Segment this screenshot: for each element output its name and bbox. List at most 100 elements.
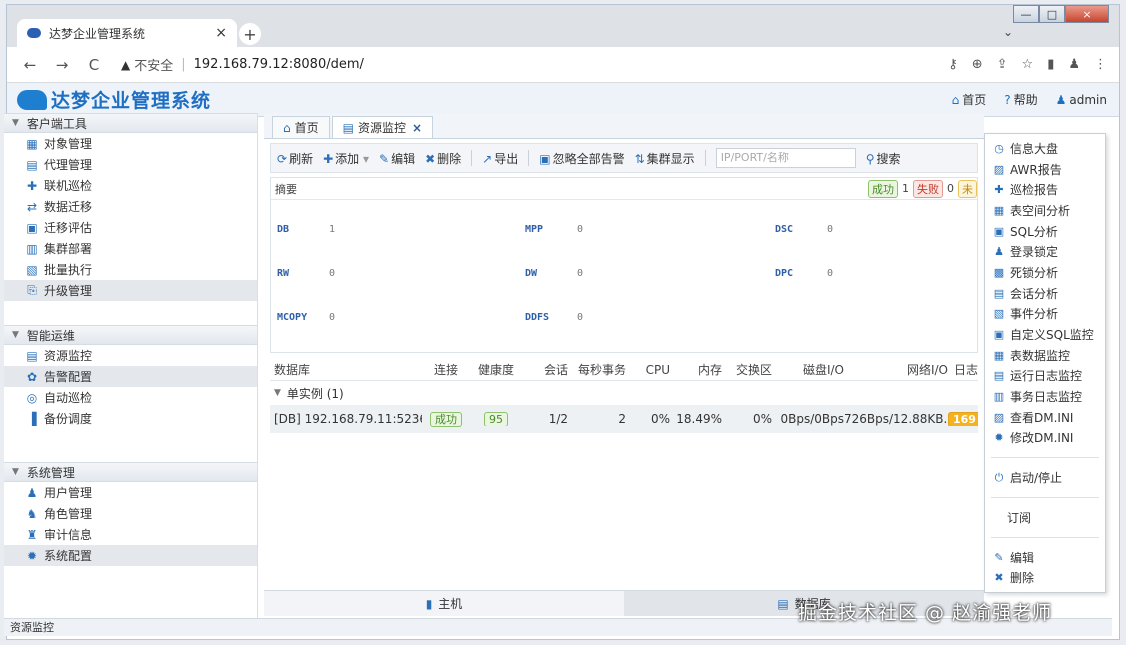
sidebar-item[interactable]: ✚ 联机巡检 <box>4 175 257 196</box>
delete-icon: ✖ <box>994 571 1004 585</box>
sidebar-item[interactable]: ♜ 审计信息 <box>4 524 257 545</box>
table-group-row[interactable]: ▼ 单实例 (1) <box>270 381 978 405</box>
sidebar-group-smart-ops[interactable]: ▼ 智能运维 <box>4 325 257 345</box>
menu-item[interactable]: ▧ 事件分析 <box>985 304 1105 325</box>
search-button[interactable]: ⚲ 搜索 <box>866 150 901 167</box>
column-header[interactable]: 每秒事务 <box>568 361 626 378</box>
sidebar-item[interactable]: ⎘ 升级管理 <box>4 280 257 301</box>
minimize-button[interactable]: — <box>1013 5 1039 23</box>
column-header[interactable]: 磁盘I/O <box>772 361 844 378</box>
menu-item[interactable]: ▦ 表空间分析 <box>985 200 1105 221</box>
sidebar-item[interactable]: ▤ 资源监控 <box>4 345 257 366</box>
sidebar-group-client-tools[interactable]: ▼ 客户端工具 <box>4 113 257 133</box>
tab-host[interactable]: ▮ 主机 <box>264 591 624 616</box>
sidebar-item[interactable]: ♟ 用户管理 <box>4 482 257 503</box>
menu-item[interactable]: ▨ 查看DM.INI <box>985 407 1105 428</box>
zoom-icon[interactable]: ⊕ <box>972 57 983 72</box>
ignore-alerts-button[interactable]: ▣ 忽略全部告警 <box>539 150 624 167</box>
sidebar-item[interactable]: ♞ 角色管理 <box>4 503 257 524</box>
tab-resource-monitor[interactable]: ▤ 资源监控 × <box>331 116 434 138</box>
sidebar-item-label: 联机巡检 <box>44 179 93 193</box>
menu-item[interactable]: ♟ 登录锁定 <box>985 241 1105 262</box>
header-link-home[interactable]: ⌂ 首页 <box>952 91 987 108</box>
menu-item[interactable]: ▥ 事务日志监控 <box>985 386 1105 407</box>
cluster-view-button[interactable]: ⇅ 集群显示 <box>635 150 695 167</box>
header-link-help[interactable]: ? 帮助 <box>1004 91 1037 108</box>
tab-search-icon[interactable]: ⌄ <box>1003 25 1013 39</box>
sidebar-item[interactable]: ✹ 系统配置 <box>4 545 257 566</box>
export-button[interactable]: ↗ 导出 <box>482 150 518 167</box>
menu-item-subscribe[interactable]: 订阅 <box>985 507 1105 528</box>
delete-label: 删除 <box>437 151 462 166</box>
edit-button[interactable]: ✎ 编辑 <box>379 150 415 167</box>
table-row[interactable]: [DB] 192.168.79.11:5236 成功 95 1/2 2 0% 1… <box>270 405 978 433</box>
group-title: 系统管理 <box>26 465 75 480</box>
column-header[interactable]: 交换区 <box>722 361 772 378</box>
add-button[interactable]: ✚ 添加 ▾ <box>323 150 369 167</box>
menu-item-edit[interactable]: ✎ 编辑 <box>985 547 1105 568</box>
menu-item[interactable]: ▨ AWR报告 <box>985 159 1105 180</box>
side-panel-icon[interactable]: ▮ <box>1047 57 1054 72</box>
header-link-user[interactable]: ♟ admin <box>1056 93 1107 107</box>
column-header[interactable]: 日志 <box>948 361 978 378</box>
column-header[interactable]: CPU <box>626 363 670 377</box>
sidebar-item[interactable]: ⇄ 数据迁移 <box>4 196 257 217</box>
share-icon[interactable]: ⇪ <box>997 57 1008 72</box>
menu-item[interactable]: ▣ 自定义SQL监控 <box>985 324 1105 345</box>
browser-tab[interactable]: 达梦企业管理系统 × <box>17 19 237 47</box>
upgrade-icon: ⎘ <box>27 283 37 297</box>
sidebar-item[interactable]: ✿ 告警配置 <box>4 366 257 387</box>
sidebar-item[interactable]: ▧ 批量执行 <box>4 259 257 280</box>
search-input[interactable]: IP/PORT/名称 <box>715 148 856 168</box>
maximize-button[interactable]: □ <box>1039 5 1065 23</box>
menu-item[interactable]: ◷ 信息大盘 <box>985 138 1105 159</box>
fail-badge[interactable]: 失败 <box>913 179 943 198</box>
reload-icon[interactable]: C <box>83 56 105 74</box>
back-icon[interactable]: ← <box>19 56 41 74</box>
sidebar-item[interactable]: ▣ 迁移评估 <box>4 217 257 238</box>
sidebar-item[interactable]: ▐ 备份调度 <box>4 408 257 429</box>
url-field[interactable]: ▲ 不安全 | 192.168.79.12:8080/dem/ <box>121 55 364 74</box>
success-badge[interactable]: 成功 <box>868 179 898 198</box>
column-header[interactable]: 会话 <box>522 361 568 378</box>
menu-item[interactable]: ▩ 死锁分析 <box>985 262 1105 283</box>
menu-item[interactable]: ✹ 修改DM.INI <box>985 428 1105 449</box>
close-tab-icon[interactable]: × <box>412 121 422 135</box>
column-header[interactable]: 连接 <box>422 361 470 378</box>
warn-badge[interactable]: 未 <box>958 179 977 198</box>
menu-item[interactable]: ▦ 表数据监控 <box>985 345 1105 366</box>
menu-item-delete[interactable]: ✖ 删除 <box>985 567 1105 588</box>
key-icon[interactable]: ⚷ <box>948 57 958 72</box>
delete-button[interactable]: ✖ 删除 <box>425 150 461 167</box>
stat-value: 0 <box>577 312 584 323</box>
column-header[interactable]: 网络I/O <box>844 361 948 378</box>
menu-item-label: 事件分析 <box>1010 307 1059 322</box>
summary-panel: 摘要 成功 1 失败 0 未 DB 1 MPP 0 DSC 0 RW 0 DW 0 DPC 0 MCOP… <box>270 177 978 353</box>
summary-stats: DB 1 MPP 0 DSC 0 RW 0 DW 0 DPC 0 MCOPY 0 DDFS 0 <box>271 200 977 350</box>
column-header[interactable]: 健康度 <box>470 361 522 378</box>
close-tab-icon[interactable]: × <box>215 25 227 41</box>
menu-item[interactable]: ✚ 巡检报告 <box>985 179 1105 200</box>
tab-home[interactable]: ⌂ 首页 <box>272 116 330 138</box>
bookmark-star-icon[interactable]: ☆ <box>1022 57 1034 72</box>
forward-icon[interactable]: → <box>51 56 73 74</box>
refresh-button[interactable]: ⟳ 刷新 <box>277 150 313 167</box>
menu-item[interactable]: ▤ 会话分析 <box>985 283 1105 304</box>
column-header[interactable]: 内存 <box>670 361 722 378</box>
close-window-button[interactable]: × <box>1065 5 1109 23</box>
sidebar-item[interactable]: ◎ 自动巡检 <box>4 387 257 408</box>
browser-tabstrip: 达梦企业管理系统 × + ⌄ — □ × <box>7 5 1119 47</box>
menu-item-start-stop[interactable]: ⏻ 启动/停止 <box>985 467 1105 488</box>
auto-inspect-icon: ◎ <box>26 390 38 405</box>
menu-item[interactable]: ▣ SQL分析 <box>985 221 1105 242</box>
sidebar-item[interactable]: ▥ 集群部署 <box>4 238 257 259</box>
profile-icon[interactable]: ♟ <box>1068 57 1080 72</box>
sidebar: ▼ 客户端工具 ▦ 对象管理 ▤ 代理管理 ✚ 联机巡检 ⇄ 数据迁移 ▣ 迁移评估 ▥ 集群部署 ▧ 批量… <box>4 113 258 618</box>
sidebar-group-system[interactable]: ▼ 系统管理 <box>4 462 257 482</box>
menu-kebab-icon[interactable]: ⋮ <box>1094 57 1107 72</box>
new-tab-button[interactable]: + <box>239 23 261 45</box>
column-header[interactable]: 数据库 <box>270 361 422 378</box>
sidebar-item[interactable]: ▤ 代理管理 <box>4 154 257 175</box>
sidebar-item[interactable]: ▦ 对象管理 <box>4 133 257 154</box>
menu-item[interactable]: ▤ 运行日志监控 <box>985 366 1105 387</box>
